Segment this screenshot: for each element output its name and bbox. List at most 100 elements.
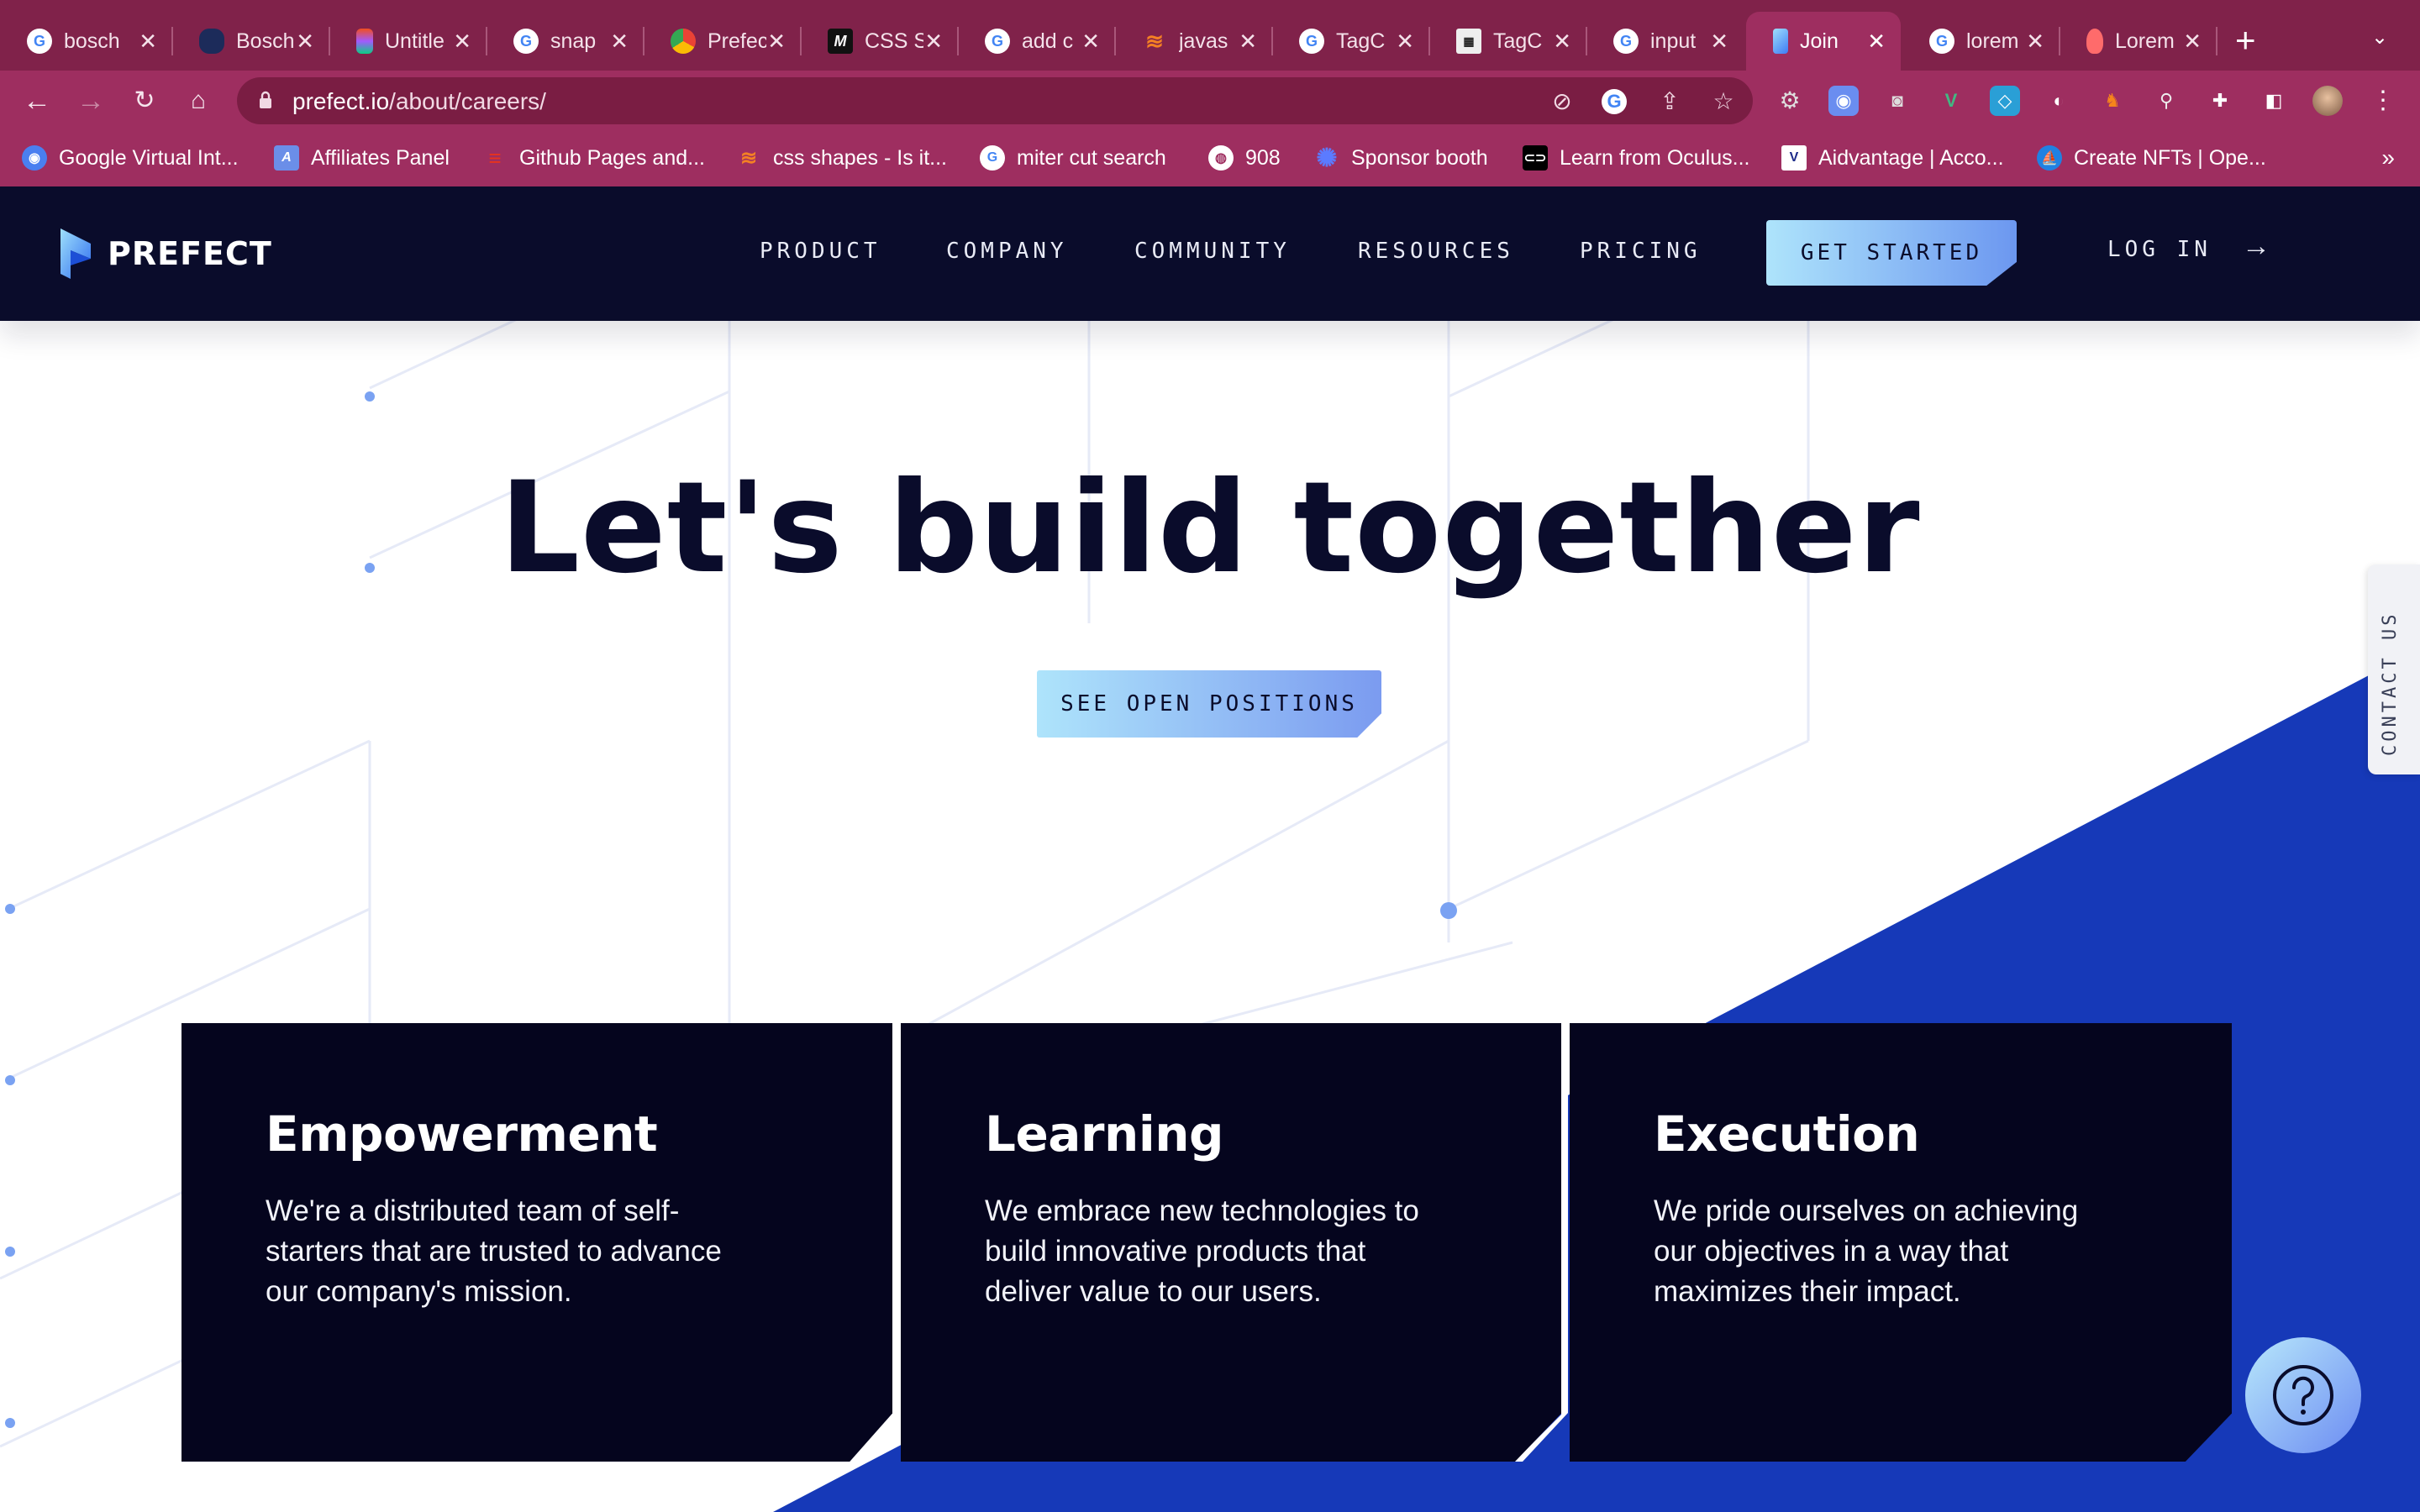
bosch-icon bbox=[199, 29, 224, 54]
bookmark-item[interactable]: ≋ css shapes - Is it... bbox=[736, 141, 947, 175]
bookmark-item[interactable]: ◉ Google Virtual Int... bbox=[22, 141, 239, 175]
url-text: prefect.io/about/careers/ bbox=[292, 88, 546, 115]
bookmark-item[interactable]: ◍ 908 bbox=[1208, 141, 1281, 175]
get-started-button[interactable]: GET STARTED bbox=[1766, 220, 2017, 286]
bookmark-item[interactable]: V Aidvantage | Acco... bbox=[1781, 141, 2004, 175]
code-extension-icon[interactable]: ◇ bbox=[1990, 86, 2020, 116]
close-icon[interactable]: ✕ bbox=[1710, 29, 1728, 55]
close-icon[interactable]: ✕ bbox=[296, 29, 314, 55]
tab-title: snap bbox=[550, 29, 597, 53]
close-icon[interactable]: ✕ bbox=[1553, 29, 1571, 55]
bookmark-label: Learn from Oculus... bbox=[1560, 145, 1750, 170]
screen-record-icon[interactable]: ◉ bbox=[1828, 86, 1859, 116]
tab-title: input bbox=[1650, 29, 1697, 53]
browser-tab[interactable]: M CSS Shapes ✕ bbox=[801, 12, 958, 71]
card-title: Learning bbox=[985, 1105, 1224, 1163]
browser-tab[interactable]: G bosch ✕ bbox=[0, 12, 172, 71]
password-extension-icon[interactable]: ◐ bbox=[2044, 86, 2074, 116]
bookmark-item[interactable]: G miter cut search bbox=[980, 141, 1166, 175]
login-link[interactable]: LOG IN bbox=[2107, 237, 2212, 262]
tab-title: bosch bbox=[64, 29, 120, 53]
reload-icon[interactable]: ↻ bbox=[126, 82, 163, 119]
close-icon[interactable]: ✕ bbox=[1396, 29, 1414, 55]
more-menu-icon[interactable]: ⋮ bbox=[2368, 86, 2398, 116]
close-icon[interactable]: ✕ bbox=[1239, 29, 1257, 55]
bookmark-label: 908 bbox=[1245, 145, 1281, 170]
browser-tab[interactable]: Prefect ✕ bbox=[644, 12, 801, 71]
see-open-positions-button[interactable]: SEE OPEN POSITIONS bbox=[1037, 670, 1381, 738]
nav-product[interactable]: PRODUCT bbox=[760, 239, 881, 264]
home-icon[interactable]: ⌂ bbox=[180, 82, 217, 119]
metamask-icon[interactable]: ♞ bbox=[2097, 86, 2128, 116]
nav-resources[interactable]: RESOURCES bbox=[1358, 239, 1514, 264]
bookmark-label: Create NFTs | Ope... bbox=[2074, 145, 2266, 170]
card-body: We embrace new technologies to build inn… bbox=[985, 1194, 1419, 1308]
camera-icon[interactable]: ◙ bbox=[1882, 86, 1912, 116]
forward-arrow-icon[interactable]: → bbox=[72, 82, 109, 119]
browser-tab[interactable]: G add c ✕ bbox=[958, 12, 1115, 71]
question-mark-icon bbox=[2273, 1365, 2333, 1425]
chevron-down-icon[interactable]: ⌄ bbox=[2371, 25, 2388, 50]
aidvantage-icon: V bbox=[1781, 145, 1807, 171]
bookmark-label: Sponsor booth bbox=[1351, 145, 1488, 170]
opensea-icon: ⛵ bbox=[2037, 145, 2062, 171]
browser-tab[interactable]: Lorem ✕ bbox=[2060, 12, 2217, 71]
side-panel-icon[interactable]: ◧ bbox=[2259, 86, 2289, 116]
card-body: We pride ourselves on achieving our obje… bbox=[1654, 1194, 2079, 1308]
address-bar[interactable]: prefect.io/about/careers/ ⊘ G ⇪ ☆ bbox=[237, 77, 1753, 124]
oculus-icon: ⊂⊃ bbox=[1523, 145, 1548, 171]
nav-pricing[interactable]: PRICING bbox=[1580, 239, 1702, 264]
vue-devtools-icon[interactable]: V bbox=[1936, 86, 1966, 116]
nav-community[interactable]: COMMUNITY bbox=[1134, 239, 1291, 264]
prefect-logo-icon bbox=[60, 228, 91, 279]
bookmarks-overflow-icon[interactable]: » bbox=[2381, 144, 2395, 171]
blocked-camera-icon[interactable]: ⊘ bbox=[1548, 87, 1576, 116]
contact-us-tab[interactable]: CONTACT US bbox=[2368, 564, 2420, 774]
puzzle-extensions-icon[interactable]: ✚ bbox=[2205, 86, 2235, 116]
logo-text: PREFECT bbox=[108, 235, 272, 272]
close-icon[interactable]: ✕ bbox=[453, 29, 471, 55]
browser-tab-active[interactable]: Join ✕ bbox=[1746, 12, 1901, 71]
close-icon[interactable]: ✕ bbox=[1081, 29, 1100, 55]
close-icon[interactable]: ✕ bbox=[924, 29, 943, 55]
tab-title: Lorem bbox=[2115, 29, 2174, 53]
card-title: Empowerment bbox=[266, 1105, 658, 1163]
browser-tab[interactable]: G input ✕ bbox=[1586, 12, 1744, 71]
google-lens-icon[interactable]: G bbox=[1602, 89, 1627, 114]
bookmark-label: Github Pages and... bbox=[519, 145, 705, 170]
arrow-right-icon[interactable]: → bbox=[2242, 230, 2270, 263]
location-pin-icon[interactable]: ⚲ bbox=[2151, 86, 2181, 116]
close-icon[interactable]: ✕ bbox=[767, 29, 786, 55]
bookmark-item[interactable]: ≡ Github Pages and... bbox=[482, 141, 705, 175]
bookmark-star-icon[interactable]: ☆ bbox=[1709, 87, 1738, 116]
plus-icon[interactable]: + bbox=[2235, 22, 2256, 59]
help-button[interactable] bbox=[2245, 1337, 2361, 1453]
bookmark-item[interactable]: ✺ Sponsor booth bbox=[1314, 141, 1488, 175]
browser-tab[interactable]: G lorem ✕ bbox=[1902, 12, 2060, 71]
browser-tab[interactable]: ≋ javas ✕ bbox=[1115, 12, 1272, 71]
profile-avatar[interactable] bbox=[2312, 86, 2343, 116]
browser-tab[interactable]: G TagC ✕ bbox=[1272, 12, 1429, 71]
bookmark-item[interactable]: A Affiliates Panel bbox=[274, 141, 450, 175]
close-icon[interactable]: ✕ bbox=[610, 29, 629, 55]
close-icon[interactable]: ✕ bbox=[1867, 29, 1886, 55]
google-icon: G bbox=[1613, 29, 1639, 54]
tab-title: TagC bbox=[1336, 29, 1386, 53]
back-arrow-icon[interactable]: ← bbox=[18, 82, 55, 119]
browser-tab[interactable]: ▦ TagC ✕ bbox=[1429, 12, 1586, 71]
close-icon[interactable]: ✕ bbox=[2183, 29, 2202, 55]
m-logo-icon: M bbox=[828, 29, 853, 54]
bookmark-item[interactable]: ⛵ Create NFTs | Ope... bbox=[2037, 141, 2266, 175]
browser-tab[interactable]: G snap ✕ bbox=[487, 12, 644, 71]
browser-tab[interactable]: Untitled ✕ bbox=[329, 12, 487, 71]
share-icon[interactable]: ⇪ bbox=[1655, 87, 1684, 116]
tab-title: Prefect bbox=[708, 29, 766, 53]
bookmark-item[interactable]: ⊂⊃ Learn from Oculus... bbox=[1523, 141, 1749, 175]
close-icon[interactable]: ✕ bbox=[2026, 29, 2044, 55]
browser-tab[interactable]: Bosch ✕ bbox=[172, 12, 329, 71]
gear-extension-icon[interactable]: ⚙ bbox=[1775, 86, 1805, 116]
close-icon[interactable]: ✕ bbox=[139, 29, 157, 55]
prefect-logo[interactable]: PREFECT bbox=[57, 228, 272, 279]
lightbulb-icon: ◉ bbox=[22, 145, 47, 171]
nav-company[interactable]: COMPANY bbox=[946, 239, 1068, 264]
